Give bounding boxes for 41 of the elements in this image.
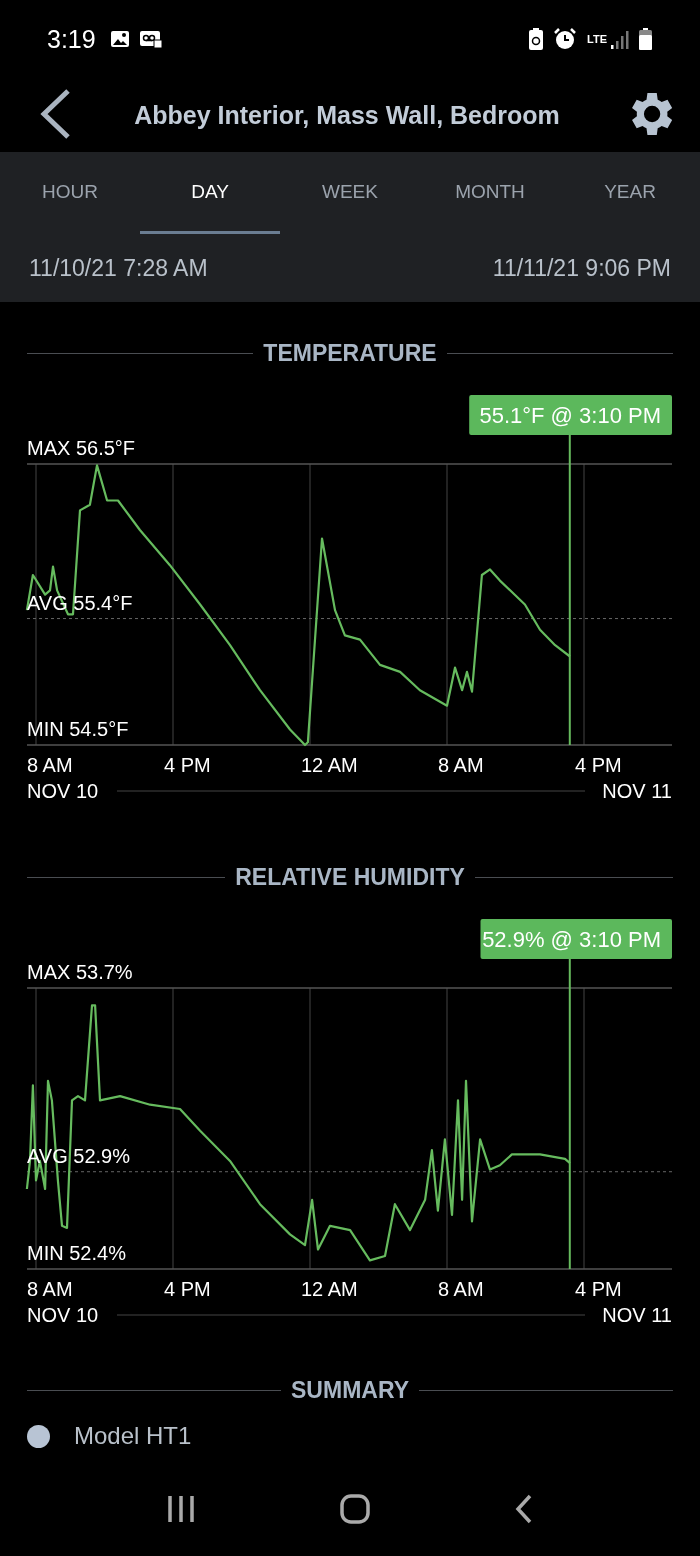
section-title: RELATIVE HUMIDITY <box>235 863 465 891</box>
y-axis-label: MIN 52.4% <box>27 1242 126 1264</box>
x-axis-label: 4 PM <box>164 1278 211 1300</box>
image-icon <box>109 30 130 48</box>
x-axis-label: 12 AM <box>301 1278 358 1300</box>
period-tab[interactable]: HOUR <box>0 152 140 234</box>
section-title: TEMPERATURE <box>263 339 437 367</box>
x-axis-label: 8 AM <box>27 1278 73 1300</box>
x-axis-label: 4 PM <box>164 754 211 776</box>
x-axis-label: 8 AM <box>438 1278 484 1300</box>
y-axis-label: MIN 54.5°F <box>27 718 129 740</box>
sensor-model: Model HT1 <box>74 1422 192 1450</box>
y-axis-label: MAX 53.7% <box>27 961 133 983</box>
sensor-title: Abbey Interior, Mass Wall, Bedroom <box>133 100 561 130</box>
x-axis-label: 4 PM <box>575 754 622 776</box>
range-start-date: 11/10/21 7:28 AM <box>29 255 208 282</box>
period-tab[interactable]: MONTH <box>420 152 560 234</box>
date-label: NOV 11 <box>602 1304 672 1326</box>
alarm-icon <box>553 27 578 51</box>
period-tab[interactable]: WEEK <box>280 152 420 234</box>
clock-time: 3:19 <box>47 24 96 54</box>
home-button[interactable] <box>340 1493 370 1527</box>
battery-icon <box>639 28 652 50</box>
value-badge: 55.1°F @ 3:10 PM <box>469 395 672 435</box>
x-axis-label: 4 PM <box>575 1278 622 1300</box>
value-badge: 52.9% @ 3:10 PM <box>480 919 672 959</box>
y-axis-label: MAX 56.5°F <box>27 437 136 459</box>
x-axis-label: 8 AM <box>27 754 73 776</box>
network-type-label: LTE <box>587 33 607 45</box>
period-tab[interactable]: YEAR <box>560 152 700 234</box>
battery-saver-icon <box>529 28 544 50</box>
x-axis-label: 8 AM <box>438 754 484 776</box>
x-axis-label: 12 AM <box>301 754 358 776</box>
range-end-date: 11/11/21 9:06 PM <box>492 255 671 282</box>
sensor-dot <box>27 1424 50 1448</box>
date-label: NOV 11 <box>602 780 672 802</box>
date-label: NOV 10 <box>27 1304 99 1326</box>
date-label: NOV 10 <box>27 780 99 802</box>
section-title: SUMMARY <box>291 1376 409 1404</box>
signal-icon <box>611 29 629 49</box>
voicemail-icon <box>139 30 162 48</box>
